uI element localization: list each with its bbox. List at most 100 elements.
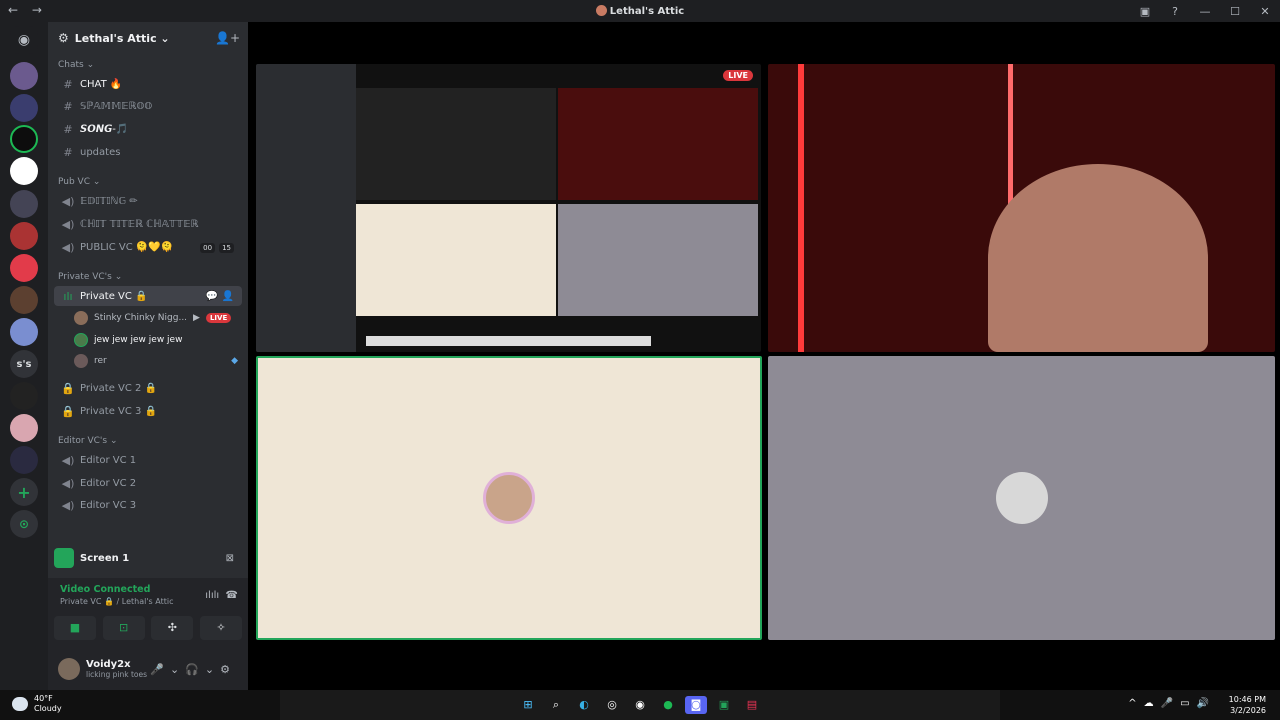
server-icon[interactable] bbox=[10, 125, 38, 153]
avatar[interactable] bbox=[58, 658, 80, 680]
user-panel: Voidy2x licking pink toes 🎤⌄🎧⌄⚙ bbox=[48, 648, 248, 690]
channel-sidebar: ⚙ Lethal's Attic ⌄ 👤+ Chats ⌄ # CHAT 🔥 # 𝕊… bbox=[48, 22, 248, 690]
server-icon[interactable] bbox=[10, 157, 38, 185]
live-badge: LIVE bbox=[723, 70, 753, 81]
help-icon[interactable]: ? bbox=[1160, 5, 1190, 18]
server-icon[interactable] bbox=[10, 382, 38, 410]
voice-active-icon: ılı bbox=[63, 289, 73, 303]
app-icon[interactable]: ▣ bbox=[713, 696, 735, 714]
camera-button[interactable]: ■ bbox=[54, 616, 96, 640]
channel-editor-vc3[interactable]: ◀) Editor VC 3 bbox=[54, 495, 242, 515]
avatar bbox=[483, 472, 535, 524]
stream-tile[interactable]: LIVE bbox=[256, 64, 761, 352]
mic-headset-settings-icons[interactable]: 🎤⌄🎧⌄⚙ bbox=[150, 663, 236, 676]
app-icon[interactable]: ▤ bbox=[741, 696, 763, 714]
chat-and-invite-icons[interactable]: 💬 👤 bbox=[206, 291, 234, 302]
server-icon[interactable] bbox=[10, 94, 38, 122]
participant-video bbox=[988, 164, 1208, 352]
channel-spam[interactable]: # 𝕊ℙ𝔸𝕄𝕄𝔼ℝ𝕆𝕆 bbox=[54, 96, 242, 116]
lock-icon: 🔒 bbox=[61, 381, 75, 395]
camera-tile[interactable] bbox=[768, 64, 1275, 352]
server-avatar-icon bbox=[595, 5, 607, 16]
voice-user[interactable]: jew jew jew jew jew bbox=[74, 330, 242, 350]
category-editor-vc[interactable]: Editor VC's ⌄ bbox=[58, 436, 118, 446]
taskbar-apps: ⊞ ⌕ ◐ ◎ ◉ ● ◙ ▣ ▤ bbox=[280, 690, 1000, 720]
channel-updates[interactable]: # updates bbox=[54, 142, 242, 162]
discord-icon[interactable]: ◙ bbox=[685, 696, 707, 714]
screen-icon bbox=[54, 548, 74, 568]
guild-header[interactable]: ⚙ Lethal's Attic ⌄ 👤+ bbox=[48, 22, 248, 54]
server-icon[interactable] bbox=[10, 446, 38, 474]
server-icon[interactable] bbox=[10, 190, 38, 218]
user-info[interactable]: Voidy2x licking pink toes bbox=[86, 659, 147, 679]
weather-widget[interactable]: 40°F Cloudy bbox=[12, 694, 62, 714]
participant-tile[interactable] bbox=[768, 356, 1275, 640]
category-pub-vc[interactable]: Pub VC ⌄ bbox=[58, 177, 100, 187]
channel-editor-vc2[interactable]: ◀) Editor VC 2 bbox=[54, 473, 242, 493]
channel-editor-vc1[interactable]: ◀) Editor VC 1 bbox=[54, 450, 242, 470]
minimize-button[interactable]: — bbox=[1190, 5, 1220, 18]
stream-preview-cam bbox=[558, 88, 758, 200]
server-icon[interactable]: s's bbox=[10, 350, 38, 378]
server-icon[interactable] bbox=[10, 222, 38, 250]
server-icon[interactable] bbox=[10, 414, 38, 442]
channel-public-vc[interactable]: ◀) PUBLIC VC 🫠💛🫠 00 15 bbox=[54, 237, 242, 257]
clock[interactable]: 10:46 PM 3/2/2026 bbox=[1229, 694, 1266, 716]
server-icon[interactable] bbox=[10, 62, 38, 90]
screen-share-bar[interactable]: Screen 1 ⊠ bbox=[54, 545, 242, 571]
inbox-icon[interactable]: ▣ bbox=[1130, 5, 1160, 18]
channel-private-vc[interactable]: ılı Private VC 🔒 💬 👤 bbox=[54, 286, 242, 306]
obs-icon[interactable]: ◎ bbox=[601, 696, 623, 714]
speaker-icon: ◀) bbox=[61, 240, 75, 254]
server-icon[interactable] bbox=[10, 286, 38, 314]
invite-icon[interactable]: 👤+ bbox=[215, 31, 240, 45]
channel-chat[interactable]: # CHAT 🔥 bbox=[54, 74, 242, 94]
hash-icon: # bbox=[63, 145, 73, 159]
share-screen-button[interactable]: ⊡ bbox=[102, 616, 145, 640]
explore-icon[interactable]: ⊙ bbox=[10, 510, 38, 538]
category-private-vc[interactable]: Private VC's ⌄ bbox=[58, 272, 122, 282]
channel-chitter[interactable]: ◀) ℂℍ𝕀𝕋 𝕋𝕀𝕋𝔼ℝ ℂℍ𝔸𝕋𝕋𝔼ℝ bbox=[54, 214, 242, 234]
close-button[interactable]: ✕ bbox=[1250, 5, 1280, 18]
edge-icon[interactable]: ◐ bbox=[573, 696, 595, 714]
lock-icon: 🔒 bbox=[61, 404, 75, 418]
spotify-icon[interactable]: ● bbox=[657, 696, 679, 714]
speaker-icon: ◀) bbox=[61, 476, 75, 490]
voice-status: Video Connected Private VC 🔒 / Lethal's … bbox=[60, 584, 174, 606]
video-stage: LIVE bbox=[248, 22, 1280, 690]
voice-user[interactable]: Stinky Chinky Nigg... ▶ LIVE bbox=[74, 308, 242, 328]
category-chats[interactable]: Chats ⌄ bbox=[58, 60, 94, 70]
stream-preview-sidebar bbox=[256, 64, 356, 352]
guild-badge-icon: ⚙ bbox=[58, 31, 69, 45]
system-tray[interactable]: ^☁🎤▭🔊 bbox=[1128, 698, 1216, 709]
window-controls: ▣ ? — ☐ ✕ bbox=[1130, 0, 1280, 22]
add-server-icon[interactable]: + bbox=[10, 478, 38, 506]
search-icon[interactable]: ⌕ bbox=[545, 696, 567, 714]
speaker-icon: ◀) bbox=[61, 194, 75, 208]
stream-preview-nested bbox=[356, 88, 556, 200]
voice-user[interactable]: rer ◆ bbox=[74, 351, 242, 371]
video-icon: ▶ bbox=[193, 313, 200, 323]
soundboard-button[interactable]: ✧ bbox=[199, 616, 242, 640]
channel-private-vc2[interactable]: 🔒 Private VC 2 🔒 bbox=[54, 378, 242, 398]
activities-button[interactable]: ✣ bbox=[151, 616, 194, 640]
stream-preview-taskbar bbox=[366, 336, 651, 346]
speaker-icon: ◀) bbox=[61, 498, 75, 512]
avatar bbox=[995, 472, 1048, 524]
cloud-icon bbox=[12, 697, 28, 711]
start-icon[interactable]: ⊞ bbox=[517, 696, 539, 714]
maximize-button[interactable]: ☐ bbox=[1220, 5, 1250, 18]
channel-song[interactable]: # 𝙎𝙊𝙉𝙂-🎵 bbox=[54, 119, 242, 139]
stop-stream-icon[interactable]: ⊠ bbox=[226, 553, 234, 564]
participant-tile-speaking[interactable] bbox=[256, 356, 762, 640]
discord-home-icon[interactable]: ◉ bbox=[10, 26, 38, 54]
speaker-icon: ◀) bbox=[61, 217, 75, 231]
windows-taskbar: 40°F Cloudy ⊞ ⌕ ◐ ◎ ◉ ● ◙ ▣ ▤ ^☁🎤▭🔊 10:46… bbox=[0, 690, 1280, 720]
voice-controls[interactable]: ılılı ☎ bbox=[205, 590, 238, 601]
server-icon[interactable] bbox=[10, 254, 38, 282]
guild-name[interactable]: Lethal's Attic ⌄ bbox=[75, 32, 170, 45]
server-icon[interactable] bbox=[10, 318, 38, 346]
channel-private-vc3[interactable]: 🔒 Private VC 3 🔒 bbox=[54, 401, 242, 421]
channel-editing[interactable]: ◀) 𝔼𝔻𝕀𝕋𝕀ℕ𝔾 ✏ bbox=[54, 191, 242, 211]
app-icon[interactable]: ◉ bbox=[629, 696, 651, 714]
